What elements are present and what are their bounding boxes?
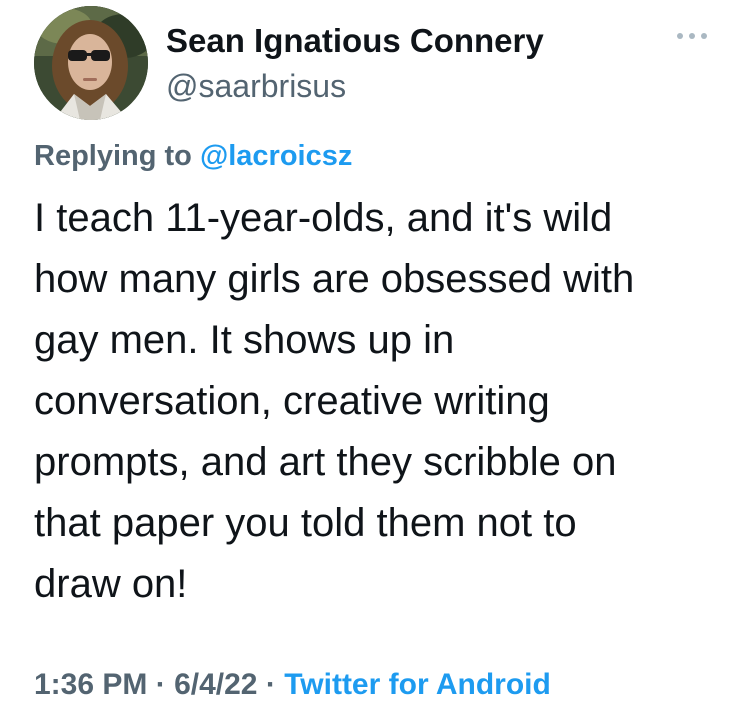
user-handle[interactable]: @saarbrisus — [166, 64, 544, 108]
meta-separator: · — [265, 668, 276, 701]
tweet-text: I teach 11-year-olds, and it's wild how … — [34, 196, 635, 606]
tweet-time[interactable]: 1:36 PM — [34, 668, 147, 701]
replying-mention-link[interactable]: @lacroicsz — [200, 140, 352, 172]
replying-prefix: Replying to — [34, 140, 192, 172]
display-name[interactable]: Sean Ignatious Connery — [166, 18, 544, 64]
avatar-image — [34, 6, 148, 120]
replying-to: Replying to @lacroicsz — [34, 136, 352, 176]
meta-separator: · — [155, 668, 166, 701]
tweet-metadata: 1:36 PM · 6/4/22 · Twitter for Android — [34, 664, 551, 706]
more-dots-icon[interactable] — [674, 26, 710, 46]
tweet-header: Sean Ignatious Connery @saarbrisus — [34, 6, 724, 126]
tweet-source-link[interactable]: Twitter for Android — [284, 668, 551, 701]
author-names: Sean Ignatious Connery @saarbrisus — [166, 18, 544, 108]
avatar[interactable] — [34, 6, 148, 120]
tweet: Sean Ignatious Connery @saarbrisus Reply… — [0, 0, 750, 728]
tweet-date[interactable]: 6/4/22 — [174, 668, 257, 701]
